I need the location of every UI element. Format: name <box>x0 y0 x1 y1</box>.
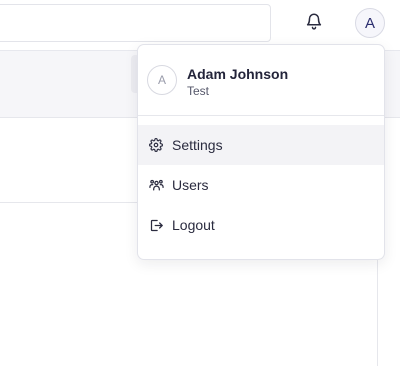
logout-icon <box>148 217 164 233</box>
search-input[interactable] <box>0 4 271 42</box>
menu-item-users[interactable]: Users <box>138 165 384 205</box>
user-dropdown-menu: A Adam Johnson Test Settings Users Logou… <box>137 44 385 260</box>
menu-item-label: Users <box>172 177 209 193</box>
user-menu-header: A Adam Johnson Test <box>138 45 384 116</box>
menu-item-label: Logout <box>172 217 215 233</box>
gear-icon <box>148 137 164 153</box>
users-icon <box>148 177 164 193</box>
user-name: Adam Johnson <box>187 66 289 82</box>
avatar-initial: A <box>157 73 166 87</box>
menu-item-label: Settings <box>172 137 223 153</box>
user-avatar-button[interactable]: A <box>355 8 385 38</box>
bell-icon <box>305 12 323 35</box>
menu-item-settings[interactable]: Settings <box>138 125 384 165</box>
notifications-button[interactable] <box>302 11 326 35</box>
user-role: Test <box>187 84 210 98</box>
avatar: A <box>147 65 177 95</box>
menu-item-logout[interactable]: Logout <box>138 205 384 245</box>
avatar-initial: A <box>364 14 375 32</box>
